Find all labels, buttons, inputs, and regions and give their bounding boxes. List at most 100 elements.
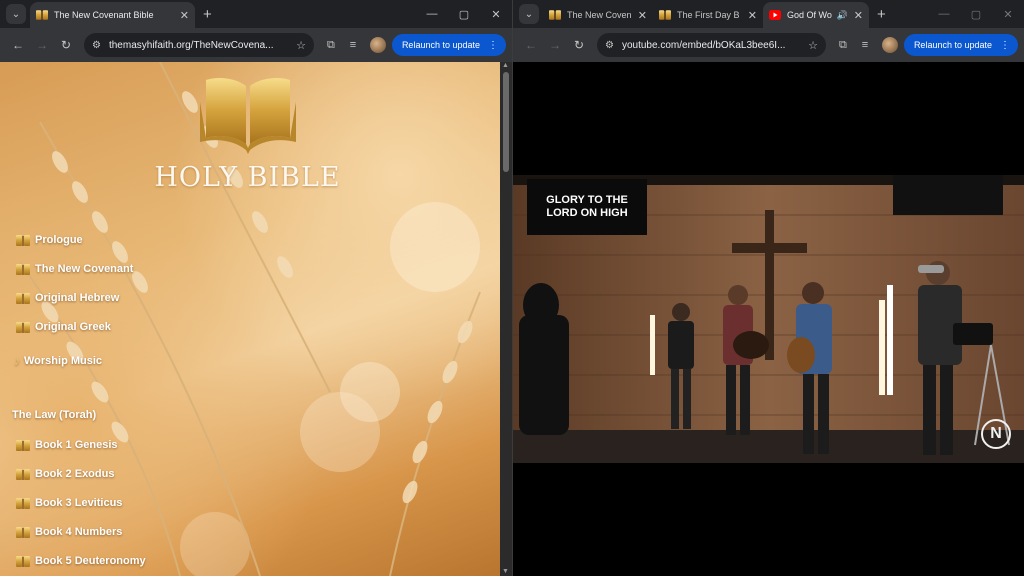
tab-search-button[interactable]: ⌄ [519, 4, 539, 24]
book-link-exodus[interactable]: Book 2 Exodus [16, 468, 114, 480]
stage-sign-line-1: GLORY TO THE [546, 194, 628, 206]
close-window-icon[interactable]: ✕ [480, 8, 512, 21]
menu-item-label: Prologue [35, 234, 83, 246]
book-icon [16, 469, 30, 480]
tab-new-covenant-bible[interactable]: The New Covenant Bible ✕ [30, 2, 195, 28]
embedded-video-page: GLORY TO THE LORD ON HIGH N [513, 62, 1024, 576]
right-toolbar: ← → ↻ ⚙ youtube.com/embed/bOKaL3bee6I...… [513, 28, 1024, 62]
tab-title: The New Coven [567, 10, 632, 20]
window-controls: — ▢ ✕ [928, 0, 1024, 28]
reload-icon[interactable]: ↻ [567, 38, 591, 52]
book-icon [16, 527, 30, 538]
profile-avatar[interactable] [881, 37, 898, 53]
tab-close-icon[interactable]: ✕ [180, 9, 189, 22]
bookmark-star-icon[interactable]: ☆ [296, 39, 306, 52]
tab-first-day[interactable]: The First Day B ✕ [653, 2, 763, 28]
extensions-icon[interactable]: ⧉ [832, 39, 854, 52]
bible-favicon-icon [549, 10, 561, 20]
channel-logo[interactable]: N [981, 419, 1011, 449]
site-info-icon[interactable]: ⚙ [605, 40, 614, 51]
menu-item-original-hebrew[interactable]: Original Hebrew [16, 292, 119, 304]
tab-new-covenant[interactable]: The New Coven ✕ [543, 2, 653, 28]
profile-avatar[interactable] [369, 37, 386, 53]
back-icon[interactable]: ← [519, 38, 543, 52]
maximize-icon[interactable]: ▢ [960, 8, 992, 21]
left-tab-strip: ⌄ The New Covenant Bible ✕ + — ▢ ✕ [0, 0, 512, 28]
scroll-down-icon[interactable]: ▼ [502, 568, 509, 575]
section-heading-torah: The Law (Torah) [12, 409, 97, 421]
left-toolbar: ← → ↻ ⚙ themasyhifaith.org/TheNewCovena.… [0, 28, 512, 62]
open-bible-logo-icon [200, 78, 296, 154]
youtube-favicon-icon [769, 10, 781, 20]
address-text: youtube.com/embed/bOKaL3bee6I... [621, 39, 786, 51]
book-link-label: Book 4 Numbers [35, 526, 123, 538]
book-icon [16, 293, 30, 304]
scrollbar-thumb[interactable] [503, 72, 509, 172]
tab-title: The First Day B [677, 10, 740, 20]
book-icon [16, 498, 30, 509]
menu-item-label: The New Covenant [35, 263, 134, 275]
menu-item-worship-music[interactable]: ♪ Worship Music [14, 354, 102, 368]
music-note-icon: ♪ [14, 354, 20, 368]
menu-item-original-greek[interactable]: Original Greek [16, 321, 111, 333]
back-icon[interactable]: ← [6, 38, 30, 52]
book-link-label: Book 3 Leviticus [35, 497, 123, 509]
menu-item-label: Worship Music [24, 355, 103, 367]
minimize-icon[interactable]: — [928, 8, 960, 20]
site-title: HOLY BIBLE [154, 162, 341, 193]
book-link-label: Book 5 Deuteronomy [35, 555, 146, 567]
book-link-genesis[interactable]: Book 1 Genesis [16, 439, 118, 451]
stage-sign: GLORY TO THE LORD ON HIGH [527, 179, 647, 235]
relaunch-button[interactable]: Relaunch to update ⋮ [391, 34, 506, 56]
book-icon [16, 556, 30, 567]
audio-playing-icon[interactable]: 🔊 [837, 10, 848, 21]
forward-icon[interactable]: → [543, 38, 567, 52]
more-menu-icon[interactable]: ⋮ [488, 40, 498, 51]
right-browser-window: ⌄ The New Coven ✕ The First Day B ✕ God … [512, 0, 1024, 576]
relaunch-label: Relaunch to update [913, 40, 992, 50]
relaunch-button[interactable]: Relaunch to update ⋮ [903, 34, 1018, 56]
bible-favicon-icon [36, 10, 48, 20]
bookmark-star-icon[interactable]: ☆ [808, 39, 818, 52]
minimize-icon[interactable]: — [416, 8, 448, 20]
address-bar[interactable]: ⚙ youtube.com/embed/bOKaL3bee6I... ☆ [597, 33, 826, 57]
scroll-up-icon[interactable]: ▲ [502, 62, 509, 69]
reload-icon[interactable]: ↻ [54, 38, 78, 52]
forward-icon[interactable]: → [30, 38, 54, 52]
site-info-icon[interactable]: ⚙ [92, 40, 101, 51]
relaunch-label: Relaunch to update [401, 40, 480, 50]
book-icon [16, 440, 30, 451]
more-menu-icon[interactable]: ⋮ [1000, 40, 1010, 51]
tab-god-of-wonders[interactable]: God Of Wo 🔊 ✕ [763, 2, 869, 28]
tab-close-icon[interactable]: ✕ [854, 9, 863, 22]
reading-list-icon[interactable]: ≡ [342, 39, 364, 51]
menu-item-new-covenant[interactable]: The New Covenant [16, 263, 133, 275]
right-tab-strip: ⌄ The New Coven ✕ The First Day B ✕ God … [513, 0, 1024, 28]
book-link-label: Book 1 Genesis [35, 439, 118, 451]
bible-page: HOLY BIBLE Prologue The New Covenant Ori… [0, 62, 500, 576]
left-browser-window: ⌄ The New Covenant Bible ✕ + — ▢ ✕ ← → ↻… [0, 0, 512, 576]
extensions-icon[interactable]: ⧉ [320, 39, 342, 52]
new-tab-button[interactable]: + [877, 6, 886, 23]
book-icon [16, 264, 30, 275]
new-tab-button[interactable]: + [203, 6, 212, 23]
tab-close-icon[interactable]: ✕ [748, 9, 757, 22]
book-link-label: Book 2 Exodus [35, 468, 115, 480]
video-player[interactable]: GLORY TO THE LORD ON HIGH N [513, 175, 1024, 463]
page-scrollbar[interactable]: ▲ ▼ [500, 62, 512, 576]
bible-favicon-icon [659, 10, 671, 20]
maximize-icon[interactable]: ▢ [448, 8, 480, 21]
book-link-deuteronomy[interactable]: Book 5 Deuteronomy [16, 555, 146, 567]
window-controls: — ▢ ✕ [416, 0, 512, 28]
book-link-leviticus[interactable]: Book 3 Leviticus [16, 497, 122, 509]
book-link-numbers[interactable]: Book 4 Numbers [16, 526, 122, 538]
stage-sign-line-2: LORD ON HIGH [546, 207, 628, 219]
tab-title: God Of Wo [787, 10, 832, 20]
menu-item-prologue[interactable]: Prologue [16, 234, 83, 246]
close-window-icon[interactable]: ✕ [992, 8, 1024, 21]
tab-search-button[interactable]: ⌄ [6, 4, 26, 24]
address-bar[interactable]: ⚙ themasyhifaith.org/TheNewCovena... ☆ [84, 33, 314, 57]
book-icon [16, 322, 30, 333]
reading-list-icon[interactable]: ≡ [854, 39, 876, 51]
tab-close-icon[interactable]: ✕ [638, 9, 647, 22]
